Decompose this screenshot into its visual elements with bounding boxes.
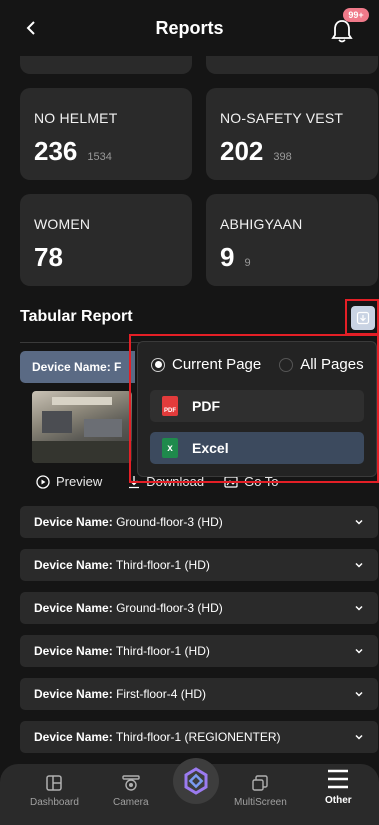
- nav-label: Other: [325, 795, 352, 806]
- app-header: Reports 99+: [0, 0, 379, 56]
- device-row-text: Device Name: Third-floor-1 (HD): [34, 644, 210, 658]
- device-row-text: Device Name: Ground-floor-3 (HD): [34, 515, 223, 529]
- stat-label: NO-SAFETY VEST: [220, 110, 344, 126]
- stat-value: 9: [220, 242, 235, 272]
- device-row[interactable]: Device Name: First-floor-4 (HD): [20, 678, 378, 710]
- nav-label: MultiScreen: [234, 797, 287, 808]
- center-logo-button[interactable]: [173, 758, 219, 804]
- device-row-text: Device Name: First-floor-4 (HD): [34, 687, 207, 701]
- export-button-highlight: [345, 299, 379, 335]
- preview-label: Preview: [56, 474, 103, 489]
- stat-card-abhigyaan: ABHIGYAAN 9 9: [206, 194, 378, 286]
- stat-sub-value: 1534: [87, 151, 112, 163]
- chevron-down-icon: [355, 605, 363, 611]
- nav-label: Dashboard: [30, 797, 79, 808]
- stat-card-women: WOMEN 78: [20, 194, 192, 286]
- stat-label: ABHIGYAAN: [220, 216, 303, 232]
- tabular-report-title: Tabular Report: [20, 308, 133, 325]
- stat-label: NO HELMET: [34, 110, 118, 126]
- notification-button[interactable]: 99+: [327, 8, 369, 44]
- chevron-down-icon: [355, 519, 363, 525]
- back-button[interactable]: [18, 14, 44, 42]
- device-row[interactable]: Device Name: Ground-floor-3 (HD): [20, 506, 378, 538]
- camera-icon: [122, 775, 140, 791]
- chevron-down-icon: [355, 734, 363, 740]
- stat-card-no-helmet: NO HELMET 236 1534: [20, 88, 192, 180]
- chevron-left-icon: [26, 21, 35, 35]
- nav-dashboard[interactable]: Dashboard: [30, 774, 79, 808]
- chevron-down-icon: [355, 562, 363, 568]
- app-logo-icon: [184, 767, 208, 795]
- menu-icon: [328, 769, 349, 789]
- notification-badge: 99+: [343, 8, 369, 22]
- device-row-text: Device Name: Third-floor-1 (HD): [34, 558, 210, 572]
- device-row-expanded[interactable]: Device Name: F: [20, 351, 135, 383]
- nav-label: Camera: [113, 797, 149, 808]
- device-row[interactable]: Device Name: Third-floor-1 (REGIONENTER): [20, 721, 378, 753]
- bottom-navigation: Dashboard Camera MultiScreen Other: [0, 758, 379, 825]
- stat-value: 78: [34, 242, 63, 272]
- export-menu-highlight: [129, 334, 379, 483]
- page-title: Reports: [155, 17, 224, 38]
- play-circle-icon: [36, 474, 50, 489]
- nav-multiscreen[interactable]: MultiScreen: [234, 774, 287, 808]
- stat-sub-value: 398: [273, 151, 292, 163]
- multiscreen-icon: [252, 775, 269, 791]
- stat-value: 236: [34, 136, 78, 166]
- device-row-text: Device Name: Third-floor-1 (REGIONENTER): [34, 730, 281, 744]
- chevron-down-icon: [355, 648, 363, 654]
- nav-other[interactable]: Other: [325, 768, 352, 806]
- device-row-text: Device Name: Ground-floor-3 (HD): [34, 601, 223, 615]
- chevron-down-icon: [355, 691, 363, 697]
- device-row[interactable]: Device Name: Ground-floor-3 (HD): [20, 592, 378, 624]
- dashboard-icon: [46, 775, 63, 791]
- stat-sub-value: 9: [244, 257, 251, 269]
- nav-camera[interactable]: Camera: [113, 774, 149, 808]
- device-row[interactable]: Device Name: Third-floor-1 (HD): [20, 635, 378, 667]
- stat-value: 202: [220, 136, 264, 166]
- device-row[interactable]: Device Name: Third-floor-1 (HD): [20, 549, 378, 581]
- stat-card-no-safety-vest: NO-SAFETY VEST 202 398: [206, 88, 378, 180]
- preview-button[interactable]: Preview: [36, 474, 102, 489]
- stat-label: WOMEN: [34, 216, 91, 232]
- camera-snapshot-thumbnail[interactable]: [32, 391, 132, 463]
